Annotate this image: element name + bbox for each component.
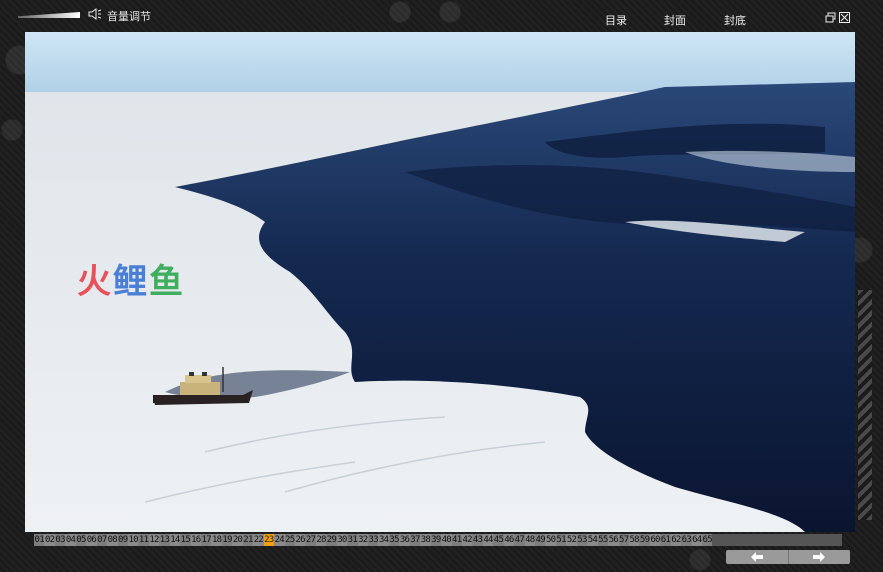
page-number-item[interactable]: 16 (190, 534, 201, 546)
page-number-item[interactable]: 21 (242, 534, 253, 546)
page-number-item[interactable]: 26 (294, 534, 306, 546)
page-number-item[interactable]: 55 (597, 534, 608, 546)
page-number-item[interactable]: 14 (169, 534, 180, 546)
page-number-item[interactable]: 12 (148, 534, 159, 546)
page-number-item[interactable]: 25 (284, 534, 295, 546)
page-number-item[interactable]: 35 (388, 534, 400, 546)
page-number-item[interactable]: 07 (96, 534, 107, 546)
page-number-item[interactable]: 08 (107, 534, 118, 546)
page-number-item[interactable]: 60 (649, 534, 660, 546)
next-page-button[interactable] (789, 550, 851, 564)
page-number-item[interactable]: 36 (399, 534, 410, 546)
page-number-item[interactable]: 40 (441, 534, 452, 546)
page-number-item[interactable]: 43 (472, 534, 483, 546)
page-number-item[interactable]: 62 (670, 534, 681, 546)
watermark-char-3: 鱼 (149, 262, 185, 302)
volume-label: 音量调节 (107, 10, 151, 23)
page-number-item[interactable]: 57 (618, 534, 629, 546)
page-number-item[interactable]: 27 (305, 534, 316, 546)
page-number-item[interactable]: 63 (681, 534, 692, 546)
page-number-item[interactable]: 45 (493, 534, 504, 546)
page-number-item[interactable]: 30 (336, 534, 347, 546)
volume-slider[interactable] (18, 12, 80, 18)
page-number-item[interactable]: 13 (159, 534, 170, 546)
page-number-item[interactable]: 51 (555, 534, 567, 546)
page-number-item[interactable]: 04 (65, 534, 76, 546)
cover-link[interactable]: 封面 (664, 12, 686, 28)
page-number-item[interactable]: 50 (545, 534, 556, 546)
page-number-item[interactable]: 49 (535, 534, 546, 546)
page-number-item[interactable]: 42 (461, 534, 473, 546)
page-number-item[interactable]: 31 (347, 534, 358, 546)
page-number-item[interactable]: 38 (420, 534, 431, 546)
page-number-item[interactable]: 11 (138, 534, 149, 546)
previous-page-button[interactable] (726, 550, 789, 564)
page-number-item[interactable]: 20 (232, 534, 243, 546)
page-number-item[interactable]: 29 (326, 534, 337, 546)
page-number-item[interactable]: 18 (211, 534, 222, 546)
page-number-item[interactable]: 37 (409, 534, 420, 546)
page-number-item[interactable]: 05 (75, 534, 86, 546)
page-number-item[interactable]: 39 (430, 534, 441, 546)
page-number-item[interactable]: 06 (86, 534, 97, 546)
top-bar: 音量调节 目录 封面 封底 (0, 0, 883, 30)
page-number-item[interactable]: 02 (44, 534, 55, 546)
page-number-item[interactable]: 44 (482, 534, 493, 546)
aerial-photo-icebreaker: 火鲤鱼 (25, 32, 855, 532)
page-number-item[interactable]: 33 (368, 534, 379, 546)
page-number-item[interactable]: 09 (117, 534, 128, 546)
back-cover-link[interactable]: 封底 (724, 12, 746, 28)
page-number-item[interactable]: 10 (127, 534, 139, 546)
page-number-item[interactable]: 52 (566, 534, 577, 546)
page-number-item[interactable]: 54 (587, 534, 598, 546)
page-number-item[interactable]: 28 (315, 534, 326, 546)
speaker-icon[interactable] (88, 8, 102, 20)
page-number-item[interactable]: 65 (702, 534, 713, 546)
page-number-item[interactable]: 61 (660, 534, 671, 546)
page-number-item[interactable]: 56 (608, 534, 619, 546)
page-number-item[interactable]: 59 (639, 534, 650, 546)
page-number-item[interactable]: 24 (274, 534, 285, 546)
watermark-char-2: 鲤 (113, 262, 149, 302)
page-number-item[interactable]: 23 (263, 534, 274, 546)
page-number-item[interactable]: 46 (503, 534, 514, 546)
watermark-char-1: 火 (77, 262, 113, 302)
restore-icon[interactable] (825, 12, 836, 23)
page-number-item[interactable]: 32 (357, 534, 368, 546)
page-number-item[interactable]: 17 (201, 534, 212, 546)
page-number-item[interactable]: 53 (576, 534, 587, 546)
page-number-item[interactable]: 47 (514, 534, 525, 546)
page-number-item[interactable]: 41 (451, 534, 462, 546)
page-nav-arrows (726, 550, 850, 564)
page-number-strip: 01 02 03 04 05 06 07 08 09 10 11 12 13 14 15 16 17 18 19 20… (34, 534, 842, 546)
page-number-item[interactable]: 64 (691, 534, 702, 546)
close-icon[interactable] (839, 12, 850, 23)
page-number-item[interactable]: 48 (524, 534, 535, 546)
decorative-stripes (858, 290, 872, 520)
page-number-item[interactable]: 34 (378, 534, 389, 546)
page-number-item[interactable]: 19 (221, 534, 233, 546)
page-number-item[interactable]: 01 (34, 534, 45, 546)
arrow-right-icon (813, 552, 826, 562)
arrow-left-icon (750, 552, 763, 562)
toc-link[interactable]: 目录 (605, 12, 627, 28)
page-number-item[interactable]: 58 (628, 534, 640, 546)
page-number-item[interactable]: 15 (180, 534, 191, 546)
page-number-item[interactable]: 22 (253, 534, 264, 546)
watermark-logo: 火鲤鱼 (77, 254, 185, 303)
page-number-item[interactable]: 03 (54, 534, 66, 546)
